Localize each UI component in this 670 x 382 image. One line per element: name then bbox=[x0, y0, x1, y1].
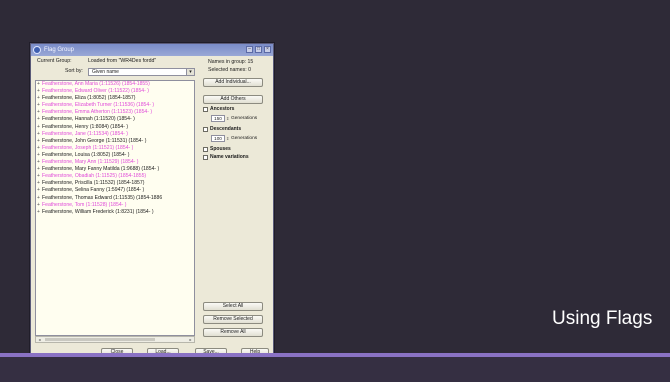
expand-icon[interactable]: + bbox=[37, 152, 40, 159]
person-name: Featherstone, Jane (1:11534) (1854- ) bbox=[42, 130, 128, 137]
sort-by-select[interactable]: Given name ▾ bbox=[88, 68, 195, 76]
expand-icon[interactable]: + bbox=[37, 131, 40, 138]
person-row[interactable]: + Featherstone, Henry (1:8084) (1854- ) bbox=[36, 124, 194, 131]
expand-icon[interactable]: + bbox=[37, 195, 40, 202]
add-others-button[interactable]: Add Others bbox=[203, 95, 263, 104]
person-name: Featherstone, Eliza (1:8052) (1854-1857) bbox=[42, 95, 136, 102]
scroll-right-icon[interactable]: ▸ bbox=[187, 337, 194, 342]
descendants-generations-label: Generations bbox=[231, 136, 258, 141]
expand-icon[interactable]: + bbox=[37, 159, 40, 166]
expand-icon[interactable]: + bbox=[37, 138, 40, 145]
person-name: Featherstone, Thomas Edward (1:11535) (1… bbox=[42, 194, 163, 201]
person-name: Featherstone, Hannah (1:11520) (1854- ) bbox=[42, 116, 135, 123]
person-name: Featherstone, Joseph (1:11521) (1854- ) bbox=[42, 144, 134, 151]
sort-by-label: Sort by: bbox=[65, 68, 83, 74]
person-row[interactable]: + Featherstone, Joseph (1:11521) (1854- ) bbox=[36, 145, 194, 152]
selected-names-count: Selected names: 0 bbox=[208, 67, 251, 73]
name-variations-checkbox[interactable] bbox=[203, 155, 208, 160]
person-row[interactable]: + Featherstone, Edward Oliver (1:11522) (… bbox=[36, 88, 194, 95]
maximize-icon[interactable]: □ bbox=[255, 46, 262, 53]
descendants-checkbox[interactable] bbox=[203, 127, 208, 132]
person-name: Featherstone, Elizabeth Turner (1:11536)… bbox=[42, 102, 155, 109]
horizontal-scrollbar[interactable]: ◂ ▸ bbox=[35, 336, 195, 343]
descendants-label: Descendants bbox=[210, 126, 242, 132]
person-row[interactable]: + Featherstone, Emma Atherton (1:11523) (… bbox=[36, 109, 194, 116]
remove-selected-button[interactable]: Remove Selected bbox=[203, 315, 263, 324]
person-row[interactable]: + Featherstone, Mary Ann (1:11529) (1854-… bbox=[36, 159, 194, 166]
person-row[interactable]: + Featherstone, Thomas Edward (1:11535) (… bbox=[36, 195, 194, 202]
person-row[interactable]: + Featherstone, Hannah (1:11520) (1854- ) bbox=[36, 116, 194, 123]
person-name: Featherstone, Emma Atherton (1:11523) (1… bbox=[42, 109, 153, 116]
chevron-down-icon[interactable]: ▾ bbox=[186, 69, 194, 75]
expand-icon[interactable]: + bbox=[37, 145, 40, 152]
expand-icon[interactable]: + bbox=[37, 109, 40, 116]
person-row[interactable]: + Featherstone, Tom (1:11528) (1854- ) bbox=[36, 202, 194, 209]
person-name: Featherstone, Edward Oliver (1:11522) (1… bbox=[42, 88, 149, 95]
person-name: Featherstone, Mary Fanny Matilda (1:9688… bbox=[42, 166, 160, 173]
window-title: Flag Group bbox=[44, 47, 75, 53]
person-row[interactable]: + Featherstone, Louisa (1:8052) (1854- ) bbox=[36, 152, 194, 159]
spouses-checkbox[interactable] bbox=[203, 147, 208, 152]
slide-title: Using Flags bbox=[552, 308, 653, 329]
scroll-left-icon[interactable]: ◂ bbox=[36, 337, 43, 342]
minimize-icon[interactable]: – bbox=[246, 46, 253, 53]
spin-arrows-icon[interactable]: ⇕ bbox=[226, 135, 229, 142]
slide-footer-band bbox=[0, 357, 670, 382]
person-row[interactable]: + Featherstone, Elizabeth Turner (1:11536… bbox=[36, 102, 194, 109]
person-name: Featherstone, John George (1:11531) (185… bbox=[42, 137, 147, 144]
people-listbox[interactable]: + Featherstone, Ann Maria (1:11526) (1854… bbox=[35, 80, 195, 336]
person-row[interactable]: + Featherstone, John George (1:11531) (18… bbox=[36, 138, 194, 145]
person-name: Featherstone, Tom (1:11528) (1854- ) bbox=[42, 201, 127, 208]
person-name: Featherstone, Ann Maria (1:11526) (1854-… bbox=[42, 81, 150, 87]
person-name: Featherstone, Mary Ann (1:11529) (1854- … bbox=[42, 159, 139, 166]
expand-icon[interactable]: + bbox=[37, 180, 40, 187]
person-row[interactable]: + Featherstone, Ann Maria (1:11526) (1854… bbox=[36, 81, 194, 88]
sort-by-value: Given name bbox=[92, 69, 119, 75]
person-row[interactable]: + Featherstone, William Frederick (1:8231… bbox=[36, 209, 194, 216]
expand-icon[interactable]: + bbox=[37, 116, 40, 123]
app-icon bbox=[33, 46, 41, 54]
current-group-value: Loaded from "WR4Des fordd" bbox=[88, 58, 157, 64]
person-row[interactable]: + Featherstone, Eliza (1:8052) (1854-1857… bbox=[36, 95, 194, 102]
names-in-group-count: Names in group: 15 bbox=[208, 59, 254, 65]
add-individual-button[interactable]: Add Individual... bbox=[203, 78, 263, 87]
expand-icon[interactable]: + bbox=[37, 81, 40, 88]
expand-icon[interactable]: + bbox=[37, 202, 40, 209]
person-row[interactable]: + Featherstone, Obadiah (1:11525) (1854-1… bbox=[36, 173, 194, 180]
person-name: Featherstone, Henry (1:8084) (1854- ) bbox=[42, 123, 129, 130]
expand-icon[interactable]: + bbox=[37, 88, 40, 95]
person-name: Featherstone, Priscilla (1:11532) (1854-… bbox=[42, 180, 145, 187]
person-row[interactable]: + Featherstone, Priscilla (1:11532) (1854… bbox=[36, 180, 194, 187]
spin-arrows-icon[interactable]: ⇕ bbox=[226, 115, 229, 122]
person-name: Featherstone, William Frederick (1:8231)… bbox=[42, 208, 154, 215]
person-row[interactable]: + Featherstone, Jane (1:11534) (1854- ) bbox=[36, 131, 194, 138]
flag-group-window: Flag Group – □ × Current Group: Loaded f… bbox=[30, 43, 274, 363]
ancestors-generations-input[interactable]: 150 bbox=[211, 115, 225, 122]
scrollbar-thumb[interactable] bbox=[45, 338, 155, 341]
spouses-label: Spouses bbox=[210, 146, 231, 152]
person-row[interactable]: + Featherstone, Selina Fanny (1:5947) (18… bbox=[36, 187, 194, 194]
expand-icon[interactable]: + bbox=[37, 102, 40, 109]
name-variations-label: Name variations bbox=[210, 154, 249, 160]
ancestors-label: Ancestors bbox=[210, 106, 235, 112]
current-group-label: Current Group: bbox=[37, 58, 72, 64]
expand-icon[interactable]: + bbox=[37, 124, 40, 131]
window-titlebar[interactable]: Flag Group – □ × bbox=[31, 44, 273, 56]
person-row[interactable]: + Featherstone, Mary Fanny Matilda (1:968… bbox=[36, 166, 194, 173]
remove-all-button[interactable]: Remove All bbox=[203, 328, 263, 337]
expand-icon[interactable]: + bbox=[37, 173, 40, 180]
expand-icon[interactable]: + bbox=[37, 187, 40, 194]
expand-icon[interactable]: + bbox=[37, 95, 40, 102]
close-icon[interactable]: × bbox=[264, 46, 271, 53]
expand-icon[interactable]: + bbox=[37, 209, 40, 216]
expand-icon[interactable]: + bbox=[37, 166, 40, 173]
ancestors-generations-label: Generations bbox=[231, 116, 258, 121]
descendants-generations-input[interactable]: 100 bbox=[211, 135, 225, 142]
person-name: Featherstone, Selina Fanny (1:5947) (185… bbox=[42, 187, 145, 194]
ancestors-checkbox[interactable] bbox=[203, 107, 208, 112]
person-name: Featherstone, Louisa (1:8052) (1854- ) bbox=[42, 151, 130, 158]
person-name: Featherstone, Obadiah (1:11525) (1854-18… bbox=[42, 173, 147, 180]
select-all-button[interactable]: Select All bbox=[203, 302, 263, 311]
presentation-slide: Flag Group – □ × Current Group: Loaded f… bbox=[0, 0, 670, 382]
